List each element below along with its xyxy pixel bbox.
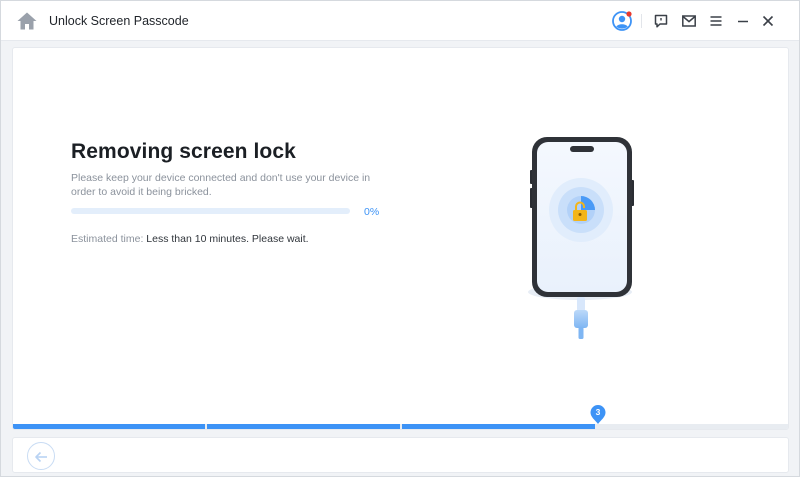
instruction-text: Please keep your device connected and do…: [71, 172, 371, 198]
page-title: Removing screen lock: [71, 140, 296, 163]
step-1-segment: [13, 424, 205, 429]
window-title: Unlock Screen Passcode: [49, 14, 189, 28]
estimated-time-label: Estimated time:: [71, 233, 147, 245]
progress-percentage: 0%: [364, 206, 380, 218]
progress-bar: [71, 208, 350, 214]
menu-icon[interactable]: [708, 13, 724, 29]
phone-illustration: [513, 130, 653, 345]
step-progress-bar: [13, 424, 788, 429]
main-panel: Removing screen lock Please keep your de…: [12, 47, 789, 430]
mail-icon[interactable]: [681, 13, 697, 29]
title-bar: Unlock Screen Passcode: [1, 1, 799, 41]
close-icon[interactable]: [760, 13, 776, 29]
app-window: Unlock Screen Passcode Removing screen l…: [0, 0, 800, 477]
footer-bar: [12, 437, 789, 473]
estimated-time: Estimated time: Less than 10 minutes. Pl…: [71, 233, 309, 245]
feedback-icon[interactable]: [653, 13, 669, 29]
estimated-time-value: Less than 10 minutes. Please wait.: [146, 233, 309, 245]
minimize-icon[interactable]: [735, 13, 751, 29]
step-2-segment: [207, 424, 400, 429]
user-account-icon[interactable]: [612, 11, 632, 31]
current-step-number: 3: [595, 407, 601, 417]
step-3-segment: [402, 424, 595, 429]
notification-dot: [626, 11, 632, 17]
back-button[interactable]: [27, 442, 55, 470]
title-bar-divider: [641, 14, 642, 28]
home-icon[interactable]: [16, 11, 38, 31]
back-arrow-icon: [35, 451, 47, 463]
